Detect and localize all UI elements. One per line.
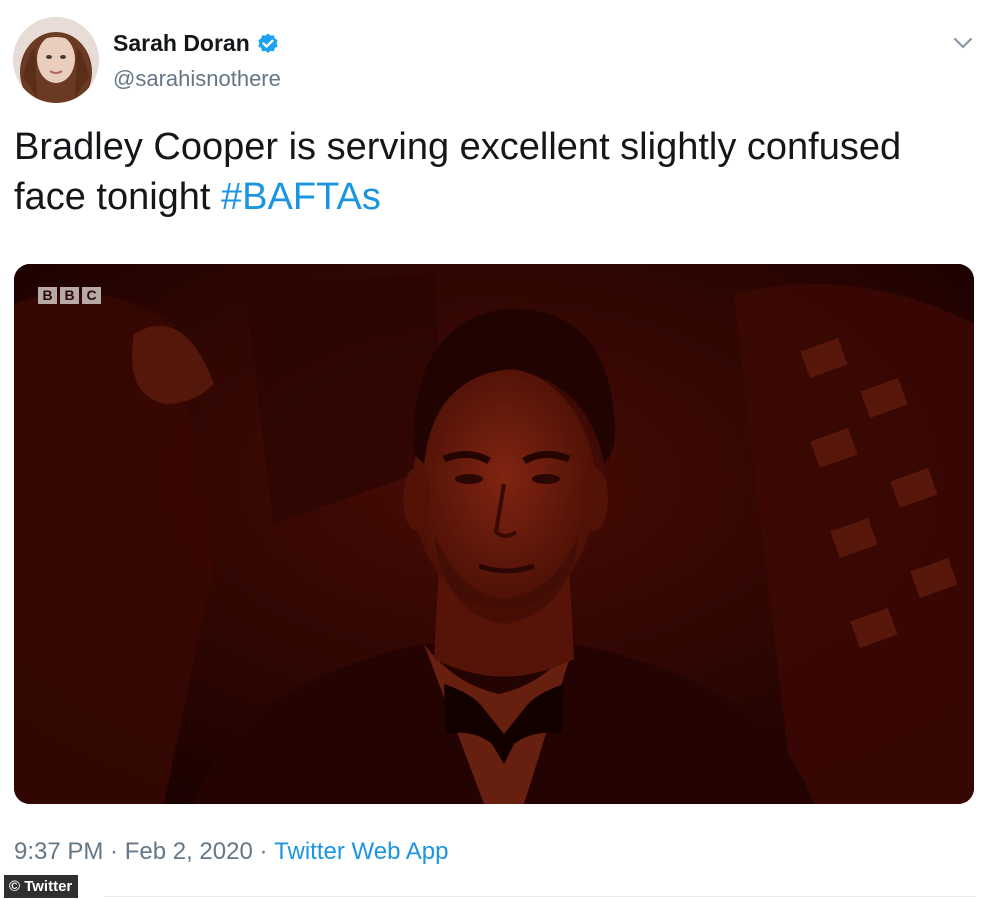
tweet-media[interactable]: B B C: [14, 264, 974, 804]
media-image: [14, 264, 974, 804]
image-credit: © Twitter: [4, 875, 79, 898]
bbc-logo: B B C: [38, 287, 101, 304]
tweet-time[interactable]: 9:37 PM: [14, 838, 103, 866]
tweet-source-link[interactable]: Twitter Web App: [274, 838, 448, 866]
bbc-logo-letter: B: [60, 287, 79, 304]
author-name-row: Sarah Doran: [113, 30, 280, 57]
tweet-meta: 9:37 PM · Feb 2, 2020 · Twitter Web App: [14, 838, 448, 866]
meta-separator: ·: [252, 838, 275, 865]
hashtag-link[interactable]: #BAFTAs: [221, 176, 381, 218]
chevron-down-icon[interactable]: [950, 30, 976, 56]
tweet-body: Bradley Cooper is serving excellent slig…: [14, 126, 902, 218]
bbc-logo-letter: C: [82, 287, 101, 304]
meta-separator: ·: [103, 838, 125, 865]
verified-badge-icon: [256, 32, 280, 56]
divider: [104, 896, 976, 897]
tweet-text: Bradley Cooper is serving excellent slig…: [14, 122, 974, 222]
author-display-name[interactable]: Sarah Doran: [113, 30, 250, 57]
tweet-card: Sarah Doran @sarahisnothere Bradley Coop…: [0, 0, 1000, 899]
bbc-logo-letter: B: [38, 287, 57, 304]
tweet-date[interactable]: Feb 2, 2020: [125, 838, 253, 866]
author-handle[interactable]: @sarahisnothere: [113, 66, 281, 92]
avatar[interactable]: [13, 17, 99, 103]
